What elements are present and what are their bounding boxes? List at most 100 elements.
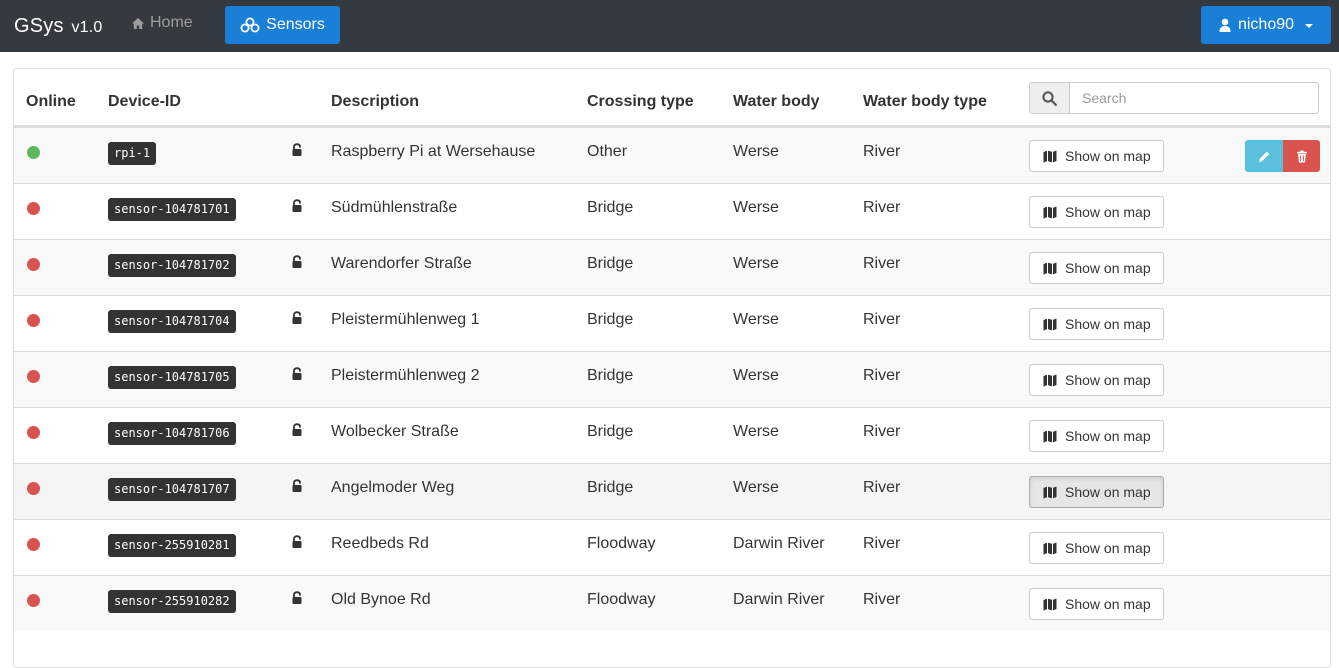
cell-water-body: Werse bbox=[733, 479, 779, 496]
brand[interactable]: GSys v1.0 bbox=[14, 15, 103, 38]
brand-version: v1.0 bbox=[71, 18, 103, 36]
cell-water-body: Darwin River bbox=[733, 535, 825, 552]
status-offline-icon bbox=[27, 258, 40, 271]
status-offline-icon bbox=[27, 202, 40, 215]
device-id-badge: sensor-104781701 bbox=[108, 198, 236, 221]
sensors-icon bbox=[240, 17, 260, 33]
table-header: Online Device-ID Description Crossing ty… bbox=[14, 69, 1330, 127]
show-on-map-button[interactable]: Show on map bbox=[1029, 476, 1164, 508]
table-row[interactable]: sensor-104781707 Angelmoder Weg Bridge Wers… bbox=[14, 463, 1330, 519]
cell-water-body-type: River bbox=[863, 591, 901, 608]
cell-crossing-type: Bridge bbox=[587, 479, 634, 496]
device-id-badge: sensor-104781707 bbox=[108, 478, 236, 501]
show-on-map-label: Show on map bbox=[1065, 428, 1151, 444]
search-group bbox=[1029, 82, 1319, 114]
show-on-map-button[interactable]: Show on map bbox=[1029, 364, 1164, 396]
map-icon bbox=[1043, 598, 1057, 611]
cell-water-body-type: River bbox=[863, 255, 901, 272]
table-row[interactable]: sensor-104781701 Südmühlenstraße Bridge Wer… bbox=[14, 183, 1330, 239]
unlock-icon bbox=[291, 199, 303, 218]
user-menu-button[interactable]: nicho90 bbox=[1201, 6, 1331, 44]
unlock-icon bbox=[291, 423, 303, 442]
cell-water-body: Werse bbox=[733, 423, 779, 440]
cell-description: Old Bynoe Rd bbox=[331, 591, 431, 608]
home-icon bbox=[132, 17, 144, 29]
show-on-map-button[interactable]: Show on map bbox=[1029, 252, 1164, 284]
nav-home-link[interactable]: Home bbox=[131, 14, 193, 32]
device-id-badge: sensor-255910281 bbox=[108, 534, 236, 557]
cell-water-body-type: River bbox=[863, 367, 901, 384]
cell-water-body: Werse bbox=[733, 367, 779, 384]
show-on-map-label: Show on map bbox=[1065, 148, 1151, 164]
cell-description: Wolbecker Straße bbox=[331, 423, 459, 440]
table-row[interactable]: sensor-104781704 Pleistermühlenweg 1 Bridg… bbox=[14, 295, 1330, 351]
header-water-body-type: Water body type bbox=[863, 93, 987, 110]
cell-water-body: Darwin River bbox=[733, 591, 825, 608]
map-icon bbox=[1043, 318, 1057, 331]
map-icon bbox=[1043, 430, 1057, 443]
table-row[interactable]: sensor-104781702 Warendorfer Straße Bridge… bbox=[14, 239, 1330, 295]
header-device-id: Device-ID bbox=[108, 93, 181, 110]
device-id-badge: sensor-104781704 bbox=[108, 310, 236, 333]
show-on-map-button[interactable]: Show on map bbox=[1029, 140, 1164, 172]
cell-crossing-type: Floodway bbox=[587, 591, 656, 608]
status-offline-icon bbox=[27, 370, 40, 383]
show-on-map-button[interactable]: Show on map bbox=[1029, 196, 1164, 228]
trash-icon bbox=[1296, 150, 1308, 163]
delete-button[interactable] bbox=[1283, 140, 1320, 172]
unlock-icon bbox=[291, 255, 303, 274]
device-id-badge: sensor-255910282 bbox=[108, 590, 236, 613]
map-icon bbox=[1043, 150, 1057, 163]
cell-water-body-type: River bbox=[863, 479, 901, 496]
cell-description: Warendorfer Straße bbox=[331, 255, 472, 272]
cell-crossing-type: Other bbox=[587, 143, 628, 160]
cell-crossing-type: Floodway bbox=[587, 535, 656, 552]
show-on-map-label: Show on map bbox=[1065, 596, 1151, 612]
cell-water-body-type: River bbox=[863, 311, 901, 328]
cell-description: Reedbeds Rd bbox=[331, 535, 429, 552]
unlock-icon bbox=[291, 591, 303, 610]
chevron-down-icon bbox=[1305, 24, 1314, 28]
cell-water-body: Werse bbox=[733, 143, 779, 160]
unlock-icon bbox=[291, 535, 303, 554]
cell-crossing-type: Bridge bbox=[587, 255, 634, 272]
sensors-table: Online Device-ID Description Crossing ty… bbox=[13, 68, 1331, 668]
cell-water-body-type: River bbox=[863, 199, 901, 216]
search-input[interactable] bbox=[1070, 83, 1318, 113]
cell-description: Pleistermühlenweg 2 bbox=[331, 367, 480, 384]
user-name: nicho90 bbox=[1237, 16, 1295, 33]
unlock-icon bbox=[291, 367, 303, 386]
cell-crossing-type: Bridge bbox=[587, 311, 634, 328]
show-on-map-label: Show on map bbox=[1065, 484, 1151, 500]
show-on-map-button[interactable]: Show on map bbox=[1029, 420, 1164, 452]
show-on-map-label: Show on map bbox=[1065, 540, 1151, 556]
header-online: Online bbox=[26, 93, 76, 110]
nav-sensors-link[interactable]: Sensors bbox=[225, 6, 340, 44]
table-row[interactable]: sensor-104781705 Pleistermühlenweg 2 Bridg… bbox=[14, 351, 1330, 407]
cell-crossing-type: Bridge bbox=[587, 367, 634, 384]
show-on-map-label: Show on map bbox=[1065, 260, 1151, 276]
cell-water-body-type: River bbox=[863, 143, 901, 160]
edit-button[interactable] bbox=[1245, 140, 1283, 172]
table-row[interactable]: sensor-255910282 Old Bynoe Rd Floodway Darw… bbox=[14, 575, 1330, 631]
table-row[interactable]: sensor-255910281 Reedbeds Rd Floodway Darwi… bbox=[14, 519, 1330, 575]
search-icon bbox=[1042, 90, 1057, 106]
status-offline-icon bbox=[27, 314, 40, 327]
status-offline-icon bbox=[27, 538, 40, 551]
brand-name: GSys bbox=[14, 14, 64, 37]
show-on-map-button[interactable]: Show on map bbox=[1029, 588, 1164, 620]
pencil-icon bbox=[1258, 150, 1271, 163]
cell-crossing-type: Bridge bbox=[587, 199, 634, 216]
table-row[interactable]: sensor-104781706 Wolbecker Straße Bridge We… bbox=[14, 407, 1330, 463]
unlock-icon bbox=[291, 311, 303, 330]
show-on-map-button[interactable]: Show on map bbox=[1029, 308, 1164, 340]
table-row[interactable]: rpi-1 Raspberry Pi at Wersehause Other Wers… bbox=[14, 127, 1330, 183]
device-id-badge: sensor-104781705 bbox=[108, 366, 236, 389]
header-water-body: Water body bbox=[733, 93, 820, 110]
user-icon bbox=[1219, 18, 1231, 32]
device-id-badge: sensor-104781706 bbox=[108, 422, 236, 445]
show-on-map-label: Show on map bbox=[1065, 372, 1151, 388]
cell-water-body-type: River bbox=[863, 535, 901, 552]
cell-description: Angelmoder Weg bbox=[331, 479, 455, 496]
show-on-map-button[interactable]: Show on map bbox=[1029, 532, 1164, 564]
